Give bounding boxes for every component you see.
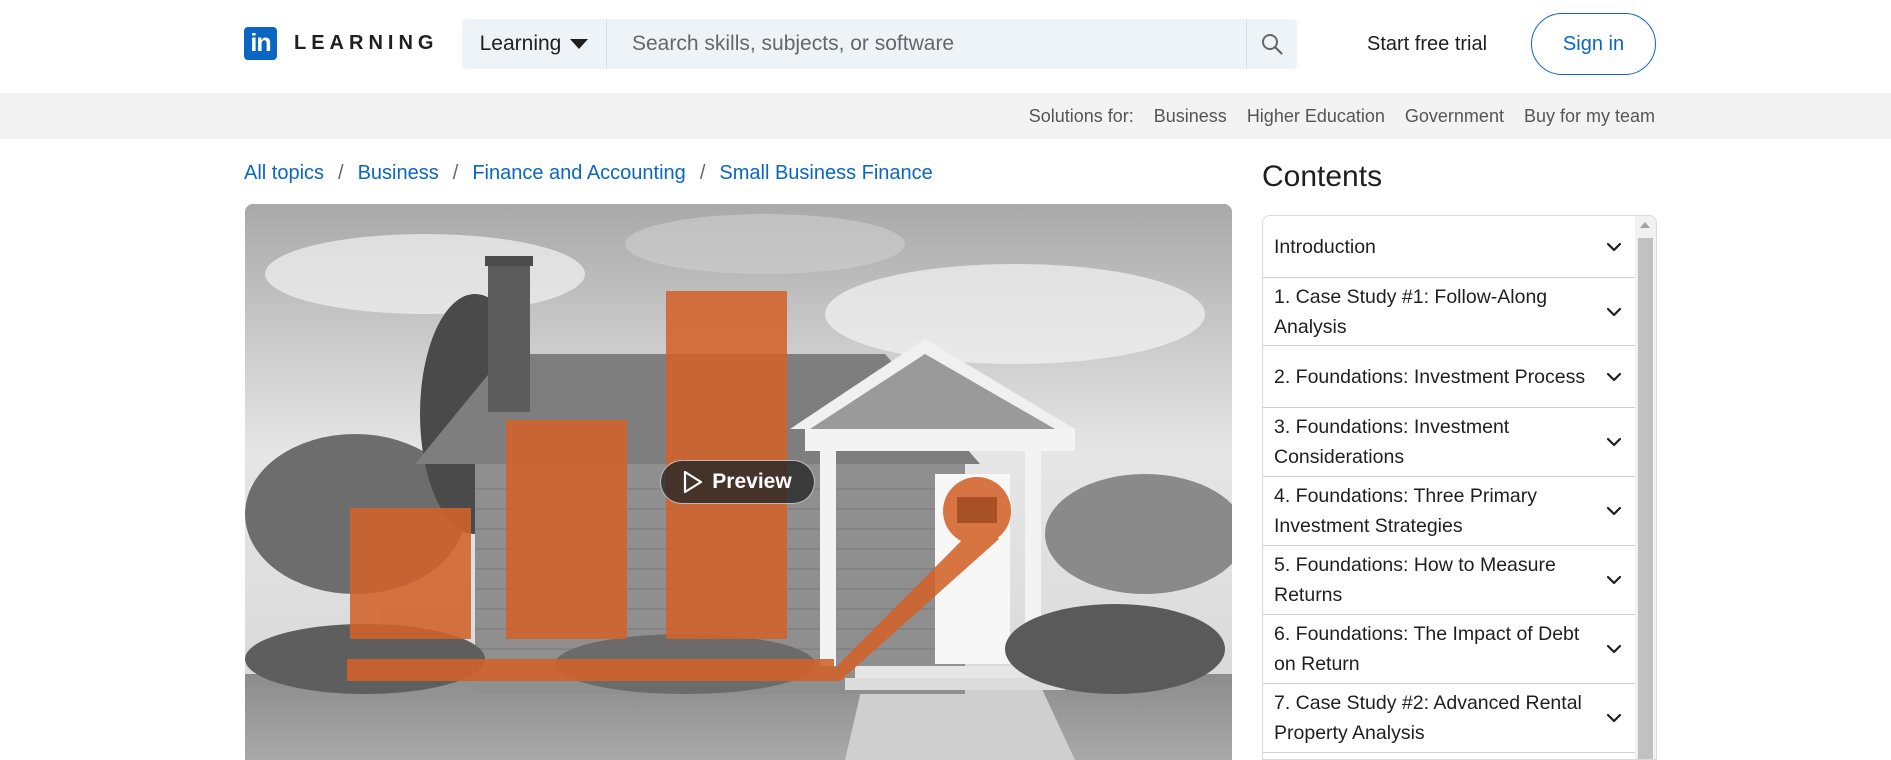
preview-label: Preview bbox=[712, 470, 792, 493]
toc-item-label: Introduction bbox=[1274, 235, 1376, 258]
solutions-link-business[interactable]: Business bbox=[1154, 106, 1227, 127]
search-bar: Learning bbox=[462, 19, 1297, 69]
linkedin-learning-logo[interactable]: in LEARNING bbox=[244, 27, 438, 60]
logo-text: LEARNING bbox=[294, 32, 439, 54]
breadcrumb-finance-accounting[interactable]: Finance and Accounting bbox=[472, 162, 686, 185]
linkedin-in-icon: in bbox=[244, 27, 277, 60]
toc-item-chapter-3[interactable]: 3. Foundations: Investment Consideration… bbox=[1263, 408, 1636, 477]
breadcrumb-separator: / bbox=[338, 162, 344, 184]
chevron-down-icon bbox=[1606, 506, 1622, 516]
table-of-contents: Introduction 1. Case Study #1: Follow-Al… bbox=[1262, 215, 1657, 760]
course-preview-video[interactable]: Preview bbox=[245, 204, 1232, 760]
toc-item-label: 7. Case Study #2: Advanced Rental Proper… bbox=[1274, 692, 1582, 744]
toc-item-label: 6. Foundations: The Impact of Debt on Re… bbox=[1274, 623, 1580, 675]
chevron-down-icon bbox=[1606, 437, 1622, 447]
top-navigation-bar: in LEARNING Learning Start free trial Si… bbox=[0, 0, 1891, 93]
caret-down-icon bbox=[570, 39, 589, 49]
scrollbar-thumb[interactable] bbox=[1638, 238, 1653, 759]
breadcrumb: All topics / Business / Finance and Acco… bbox=[244, 162, 933, 185]
toc-item-introduction[interactable]: Introduction bbox=[1263, 216, 1636, 278]
toc-item-label: 3. Foundations: Investment Consideration… bbox=[1274, 416, 1510, 468]
breadcrumb-small-business-finance[interactable]: Small Business Finance bbox=[719, 162, 932, 185]
toc-item-label: 2. Foundations: Investment Process bbox=[1274, 365, 1586, 388]
breadcrumb-separator: / bbox=[452, 162, 459, 184]
toc-scrollbar[interactable] bbox=[1635, 216, 1656, 759]
solutions-link-buy-for-team[interactable]: Buy for my team bbox=[1524, 106, 1655, 127]
toc-item-chapter-4[interactable]: 4. Foundations: Three Primary Investment… bbox=[1263, 477, 1636, 546]
toc-item-chapter-2[interactable]: 2. Foundations: Investment Process bbox=[1263, 346, 1636, 408]
search-icon bbox=[1262, 34, 1283, 55]
solutions-bar: Solutions for: Business Higher Education… bbox=[0, 93, 1891, 139]
preview-button[interactable]: Preview bbox=[660, 460, 815, 504]
breadcrumb-business[interactable]: Business bbox=[358, 162, 439, 185]
search-button[interactable] bbox=[1246, 19, 1297, 69]
chevron-down-icon bbox=[1606, 644, 1622, 654]
solutions-link-higher-education[interactable]: Higher Education bbox=[1247, 106, 1385, 127]
search-input[interactable] bbox=[607, 19, 1246, 69]
scroll-up-arrow-icon[interactable] bbox=[1640, 222, 1650, 228]
breadcrumb-separator: / bbox=[699, 162, 706, 184]
toc-item-label: 1. Case Study #1: Follow-Along Analysis bbox=[1274, 285, 1548, 338]
toc-item-label: 5. Foundations: How to Measure Returns bbox=[1274, 554, 1556, 606]
search-scope-dropdown[interactable]: Learning bbox=[462, 19, 607, 69]
solutions-link-government[interactable]: Government bbox=[1405, 106, 1504, 127]
toc-item-label: 4. Foundations: Three Primary Investment… bbox=[1274, 485, 1538, 537]
contents-heading: Contents bbox=[1262, 160, 1383, 193]
chevron-down-icon bbox=[1606, 242, 1622, 251]
chevron-down-icon bbox=[1606, 713, 1622, 723]
toc-item-chapter-6[interactable]: 6. Foundations: The Impact of Debt on Re… bbox=[1263, 615, 1636, 684]
chevron-down-icon bbox=[1606, 307, 1622, 316]
chevron-down-icon bbox=[1606, 372, 1622, 381]
toc-item-chapter-7[interactable]: 7. Case Study #2: Advanced Rental Proper… bbox=[1263, 684, 1636, 753]
play-icon bbox=[684, 470, 703, 494]
sign-in-button[interactable]: Sign in bbox=[1531, 13, 1656, 75]
toc-item-chapter-5[interactable]: 5. Foundations: How to Measure Returns bbox=[1263, 546, 1636, 615]
search-scope-label: Learning bbox=[479, 32, 562, 55]
breadcrumb-all-topics[interactable]: All topics bbox=[244, 162, 324, 185]
start-free-trial-link[interactable]: Start free trial bbox=[1367, 33, 1487, 56]
solutions-label: Solutions for: bbox=[1028, 105, 1134, 126]
toc-item-chapter-1[interactable]: 1. Case Study #1: Follow-Along Analysis bbox=[1263, 278, 1636, 346]
chevron-down-icon bbox=[1606, 575, 1622, 585]
